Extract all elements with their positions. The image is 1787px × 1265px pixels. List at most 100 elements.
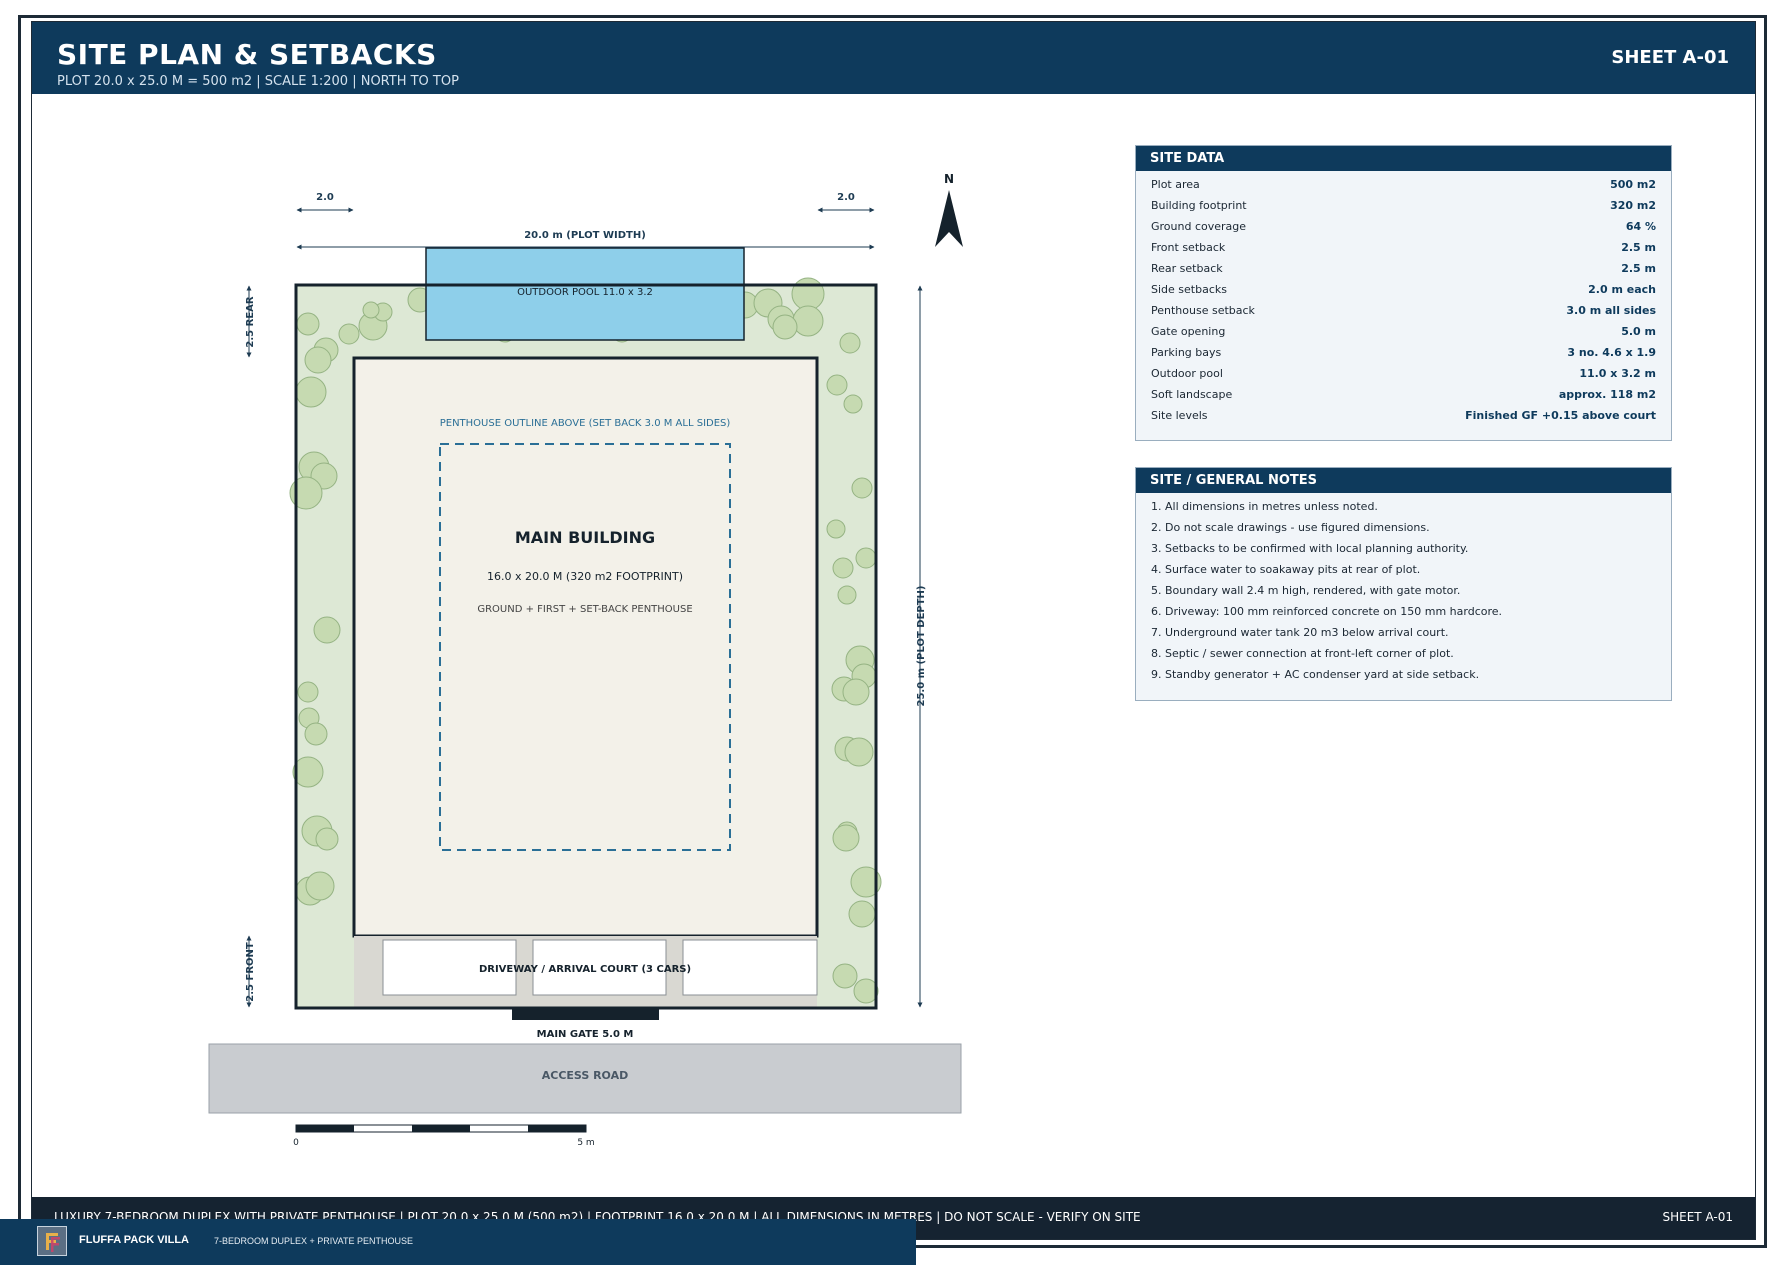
site-data-value: 2.5 m bbox=[1621, 262, 1656, 275]
note-item: 9. Standby generator + AC condenser yard… bbox=[1151, 668, 1480, 681]
site-data-row: Side setbacks 2.0 m each bbox=[1151, 279, 1656, 300]
site-data-panel: SITE DATA Plot area 500 m2 Building footpr… bbox=[1135, 145, 1672, 441]
site-data-value: 500 m2 bbox=[1610, 178, 1656, 191]
site-data-value: 2.5 m bbox=[1621, 241, 1656, 254]
right-setback-label: 2.0 bbox=[837, 192, 855, 203]
building-levels: GROUND + FIRST + SET-BACK PENTHOUSE bbox=[477, 604, 692, 615]
note-item: 7. Underground water tank 20 m3 below ar… bbox=[1151, 626, 1449, 639]
scale-end-label: 5 m bbox=[577, 1138, 594, 1148]
site-data-row: Building footprint 320 m2 bbox=[1151, 195, 1656, 216]
main-gate bbox=[512, 1008, 659, 1020]
site-data-row: Gate opening 5.0 m bbox=[1151, 321, 1656, 342]
brand-bar: FLUFFA PACK VILLA 7-BEDROOM DUPLEX + PRI… bbox=[0, 1219, 916, 1265]
note-item: 5. Boundary wall 2.4 m high, rendered, w… bbox=[1151, 584, 1461, 597]
tree-symbol bbox=[791, 277, 825, 311]
site-data-label: Plot area bbox=[1151, 178, 1200, 191]
tree-symbol bbox=[362, 301, 380, 319]
site-data-rows: Plot area 500 m2 Building footprint 320 m2 G… bbox=[1136, 171, 1671, 426]
site-data-row: Rear setback 2.5 m bbox=[1151, 258, 1656, 279]
ff-monogram-icon bbox=[37, 1226, 67, 1256]
note-item: 2. Do not scale drawings - use figured d… bbox=[1151, 521, 1430, 534]
tree-symbol bbox=[305, 871, 335, 901]
tree-symbol bbox=[295, 376, 327, 408]
tree-symbol bbox=[772, 314, 798, 340]
site-data-row: Soft landscape approx. 118 m2 bbox=[1151, 384, 1656, 405]
tree-symbol bbox=[338, 323, 360, 345]
site-data-row: Plot area 500 m2 bbox=[1151, 174, 1656, 195]
tree-symbol bbox=[842, 678, 870, 706]
tree-symbol bbox=[843, 394, 863, 414]
note-item: 4. Surface water to soakaway pits at rea… bbox=[1151, 563, 1421, 576]
tree-symbol bbox=[826, 374, 848, 396]
site-data-value: Finished GF +0.15 above court bbox=[1465, 409, 1656, 422]
front-setback-label: 2.5 FRONT bbox=[245, 942, 256, 1002]
parking-bay bbox=[682, 939, 818, 996]
driveway-label: DRIVEWAY / ARRIVAL COURT (3 CARS) bbox=[479, 964, 691, 975]
notes-panel: SITE / GENERAL NOTES 1. All dimensions i… bbox=[1135, 467, 1672, 701]
notes-list: 1. All dimensions in metres unless noted… bbox=[1136, 493, 1671, 685]
site-data-label: Site levels bbox=[1151, 409, 1208, 422]
tree-symbol bbox=[855, 547, 877, 569]
site-data-row: Site levels Finished GF +0.15 above court bbox=[1151, 405, 1656, 426]
tree-symbol bbox=[832, 557, 854, 579]
site-data-label: Soft landscape bbox=[1151, 388, 1233, 401]
note-item: 3. Setbacks to be confirmed with local p… bbox=[1151, 542, 1469, 555]
brand-tagline: 7-BEDROOM DUPLEX + PRIVATE PENTHOUSE bbox=[214, 1236, 413, 1246]
site-data-value: 320 m2 bbox=[1610, 199, 1656, 212]
penthouse-note: PENTHOUSE OUTLINE ABOVE (SET BACK 3.0 M … bbox=[440, 418, 731, 429]
site-data-row: Parking bays 3 no. 4.6 x 1.9 bbox=[1151, 342, 1656, 363]
site-data-row: Front setback 2.5 m bbox=[1151, 237, 1656, 258]
north-label: N bbox=[944, 172, 954, 186]
site-data-title: SITE DATA bbox=[1136, 146, 1671, 171]
site-data-label: Outdoor pool bbox=[1151, 367, 1223, 380]
site-data-value: 64 % bbox=[1625, 220, 1656, 233]
site-data-row: Ground coverage 64 % bbox=[1151, 216, 1656, 237]
site-data-row: Penthouse setback 3.0 m all sides bbox=[1151, 300, 1656, 321]
note-item: 1. All dimensions in metres unless noted… bbox=[1151, 500, 1378, 513]
tree-symbol bbox=[304, 346, 332, 374]
plot-depth-label: 25.0 m (PLOT DEPTH) bbox=[916, 586, 927, 707]
tree-symbol bbox=[832, 824, 860, 852]
gate-label: MAIN GATE 5.0 M bbox=[537, 1029, 634, 1040]
site-data-row: Outdoor pool 11.0 x 3.2 m bbox=[1151, 363, 1656, 384]
tree-symbol bbox=[826, 519, 846, 539]
tree-symbol bbox=[844, 737, 874, 767]
site-data-label: Parking bays bbox=[1151, 346, 1222, 359]
rear-setback-label: 2.5 REAR bbox=[245, 296, 256, 347]
site-data-label: Building footprint bbox=[1151, 199, 1247, 212]
notes-title: SITE / GENERAL NOTES bbox=[1136, 468, 1671, 493]
site-data-label: Gate opening bbox=[1151, 325, 1226, 338]
tree-symbol bbox=[792, 305, 824, 337]
note-item: 6. Driveway: 100 mm reinforced concrete … bbox=[1151, 605, 1503, 618]
tree-symbol bbox=[313, 616, 341, 644]
tree-symbol bbox=[851, 477, 873, 499]
building-dims: 16.0 x 20.0 M (320 m2 FOOTPRINT) bbox=[487, 570, 683, 583]
site-data-value: 5.0 m bbox=[1621, 325, 1656, 338]
tree-symbol bbox=[832, 963, 858, 989]
tree-symbol bbox=[837, 585, 857, 605]
site-data-value: 3 no. 4.6 x 1.9 bbox=[1567, 346, 1656, 359]
tree-symbol bbox=[296, 312, 320, 336]
road-label: ACCESS ROAD bbox=[542, 1069, 629, 1082]
site-data-value: 2.0 m each bbox=[1588, 283, 1656, 296]
tree-symbol bbox=[315, 827, 339, 851]
site-data-label: Rear setback bbox=[1151, 262, 1223, 275]
brand-name: FLUFFA PACK VILLA bbox=[79, 1234, 189, 1246]
site-data-label: Front setback bbox=[1151, 241, 1226, 254]
left-setback-label: 2.0 bbox=[316, 192, 334, 203]
site-data-label: Side setbacks bbox=[1151, 283, 1227, 296]
plot-width-label: 20.0 m (PLOT WIDTH) bbox=[524, 230, 646, 241]
site-data-value: 3.0 m all sides bbox=[1566, 304, 1656, 317]
site-data-value: approx. 118 m2 bbox=[1558, 388, 1656, 401]
scale-start-label: 0 bbox=[293, 1138, 299, 1148]
site-data-label: Ground coverage bbox=[1151, 220, 1247, 233]
tree-symbol bbox=[297, 681, 319, 703]
note-item: 8. Septic / sewer connection at front-le… bbox=[1151, 647, 1454, 660]
pool-label: OUTDOOR POOL 11.0 x 3.2 bbox=[517, 287, 653, 298]
site-data-value: 11.0 x 3.2 m bbox=[1579, 367, 1656, 380]
tree-symbol bbox=[853, 978, 879, 1004]
footer-sheet-number: SHEET A-01 bbox=[1662, 1210, 1734, 1224]
building-title: MAIN BUILDING bbox=[515, 528, 655, 547]
tree-symbol bbox=[304, 722, 328, 746]
tree-symbol bbox=[848, 900, 876, 928]
